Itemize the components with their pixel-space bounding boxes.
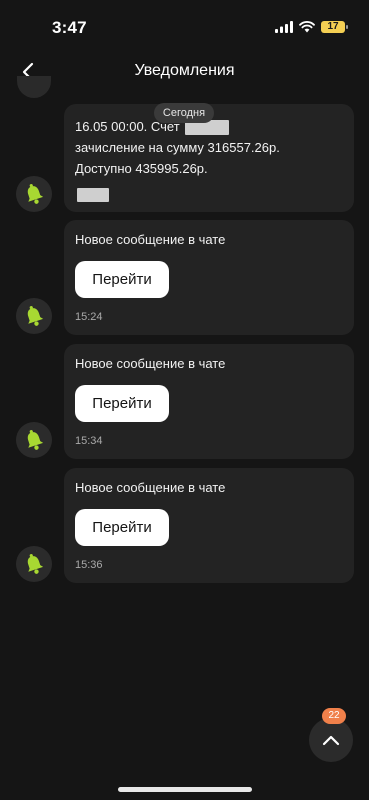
status-time: 3:47 (52, 18, 87, 37)
bell-icon (27, 306, 44, 326)
notification-title: Новое сообщение в чате (75, 480, 226, 495)
wifi-icon (299, 21, 315, 33)
chevron-up-icon (322, 735, 340, 746)
notification-card: Новое сообщение в чате Перейти 15:34 (64, 344, 354, 459)
go-button[interactable]: Перейти (75, 509, 169, 546)
scroll-top-button[interactable] (309, 718, 353, 762)
go-button[interactable]: Перейти (75, 261, 169, 298)
avatar (16, 546, 52, 582)
bell-icon (27, 184, 44, 204)
bell-icon (27, 430, 44, 450)
notification-card: Новое сообщение в чате Перейти 15:36 (64, 468, 354, 583)
bell-icon (27, 554, 44, 574)
day-separator: Сегодня (154, 103, 214, 123)
avatar (16, 298, 52, 334)
header: Уведомления (0, 50, 369, 94)
redacted-time (77, 188, 109, 202)
notification-time: 15:34 (75, 435, 103, 447)
status-bar: 3:47 17 (0, 0, 369, 50)
notification-line: зачисление на сумму 316557.26р. (75, 140, 280, 155)
page-title: Уведомления (134, 62, 235, 79)
notification-time: 15:24 (75, 311, 103, 323)
notification-title: Новое сообщение в чате (75, 232, 226, 247)
avatar (17, 76, 51, 98)
notification-card: Новое сообщение в чате Перейти 15:24 (64, 220, 354, 335)
status-icons: 17 (275, 21, 348, 33)
notification-time: 15:36 (75, 559, 103, 571)
cellular-signal-icon (275, 21, 293, 33)
battery-icon: 17 (321, 21, 348, 33)
battery-level: 17 (327, 21, 339, 32)
unread-badge: 22 (322, 708, 346, 724)
go-button[interactable]: Перейти (75, 385, 169, 422)
avatar (16, 176, 52, 212)
notification-line: Доступно 435995.26р. (75, 161, 208, 176)
home-indicator (118, 787, 252, 792)
avatar (16, 422, 52, 458)
notification-title: Новое сообщение в чате (75, 356, 226, 371)
